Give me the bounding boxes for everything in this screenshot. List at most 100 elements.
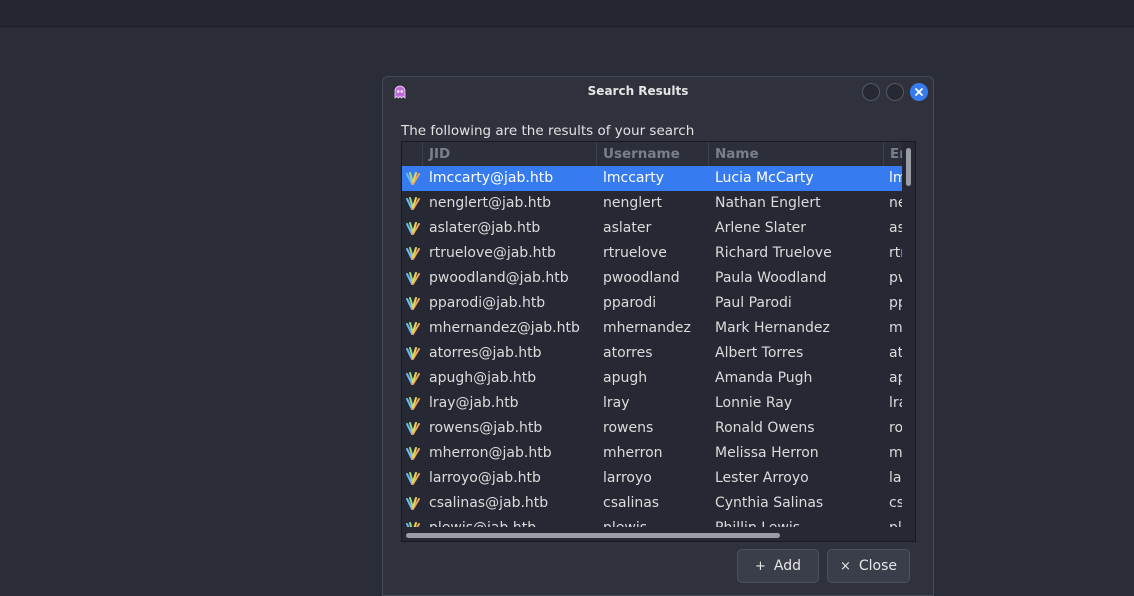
horizontal-scrollbar[interactable] [402, 529, 915, 541]
column-header-username[interactable]: Username [596, 142, 708, 166]
cell-name: Albert Torres [715, 345, 804, 361]
table-row[interactable]: csalinas@jab.htb csalinas Cynthia Salinas c… [402, 491, 902, 516]
contact-icon [406, 472, 420, 485]
cell-email: rtr [889, 245, 902, 261]
close-button[interactable]: × Close [827, 549, 910, 583]
cell-username: mhernandez [603, 320, 691, 336]
cell-name: Lucia McCarty [715, 170, 814, 186]
contact-icon [406, 447, 420, 460]
cell-username: rowens [603, 420, 654, 436]
contact-icon [406, 272, 420, 285]
close-window-button[interactable] [910, 83, 928, 101]
table-row[interactable]: atorres@jab.htb atorres Albert Torres at [402, 341, 902, 366]
table-row[interactable]: rowens@jab.htb rowens Ronald Owens ro [402, 416, 902, 441]
close-icon [915, 88, 923, 96]
table-row[interactable]: mhernandez@jab.htb mhernandez Mark Hernand… [402, 316, 902, 341]
table-row[interactable]: lmccarty@jab.htb lmccarty Lucia McCarty lm [402, 166, 902, 191]
cell-name: Ronald Owens [715, 420, 815, 436]
vertical-scrollbar[interactable] [903, 142, 915, 529]
table-row[interactable]: pwoodland@jab.htb pwoodland Paula Woodland… [402, 266, 902, 291]
cell-email: la [889, 470, 902, 486]
cell-username: csalinas [603, 495, 660, 511]
cell-jid: lmccarty@jab.htb [429, 170, 554, 186]
add-button[interactable]: + Add [737, 549, 819, 583]
cell-username: plewis [603, 516, 711, 527]
table-row[interactable]: rtruelove@jab.htb rtruelove Richard Truelo… [402, 241, 902, 266]
cell-email: m [889, 320, 902, 336]
cell-name: Mark Hernandez [715, 320, 830, 336]
maximize-button[interactable] [886, 83, 904, 101]
cell-username: pwoodland [603, 270, 680, 286]
table-row[interactable]: lray@jab.htb lray Lonnie Ray lra [402, 391, 902, 416]
cell-username: atorres [603, 345, 653, 361]
cell-username: nenglert [603, 195, 662, 211]
table-row[interactable]: plewis@jab.htb plewis Phillip Lewis pl [402, 516, 902, 527]
cell-username: rtruelove [603, 245, 667, 261]
cell-email: pl [889, 516, 902, 527]
cell-email: lm [889, 170, 902, 186]
cell-email: lra [889, 395, 902, 411]
cell-username: aslater [603, 220, 652, 236]
cell-jid: mherron@jab.htb [429, 445, 552, 461]
cell-email: ap [889, 370, 902, 386]
table-body: lmccarty@jab.htb lmccarty Lucia McCarty lm n… [402, 166, 902, 527]
desktop-top-bar [0, 0, 1134, 27]
table-header: JID Username Name Er [402, 142, 902, 166]
cell-username: lray [603, 395, 630, 411]
table-row[interactable]: larroyo@jab.htb larroyo Lester Arroyo la [402, 466, 902, 491]
column-header-email[interactable]: Er [883, 142, 902, 166]
column-header-jid[interactable]: JID [422, 142, 596, 166]
cell-email: ne [889, 195, 902, 211]
table-row[interactable]: apugh@jab.htb apugh Amanda Pugh ap [402, 366, 902, 391]
cell-username: mherron [603, 445, 663, 461]
cell-jid: mhernandez@jab.htb [429, 320, 580, 336]
cell-username: apugh [603, 370, 648, 386]
results-intro-text: The following are the results of your se… [401, 123, 695, 139]
cell-jid: rowens@jab.htb [429, 420, 543, 436]
contact-icon [406, 322, 420, 335]
contact-icon [406, 522, 420, 527]
vertical-scrollbar-thumb[interactable] [906, 148, 911, 186]
contact-icon [406, 422, 420, 435]
cell-jid: atorres@jab.htb [429, 345, 542, 361]
minimize-button[interactable] [862, 83, 880, 101]
cell-name: Lester Arroyo [715, 470, 809, 486]
contact-icon [406, 197, 420, 210]
cell-name: Melissa Herron [715, 445, 819, 461]
search-results-dialog: Search Results The following are the res… [382, 76, 934, 596]
cell-jid: pwoodland@jab.htb [429, 270, 569, 286]
cell-email: ro [889, 420, 902, 436]
cell-name: Amanda Pugh [715, 370, 813, 386]
contact-icon [406, 172, 420, 185]
dialog-titlebar[interactable]: Search Results [383, 77, 933, 107]
cell-name: Paula Woodland [715, 270, 827, 286]
cell-email: at [889, 345, 902, 361]
cell-name: Lonnie Ray [715, 395, 793, 411]
cell-jid: plewis@jab.htb [429, 516, 599, 527]
cell-jid: aslater@jab.htb [429, 220, 541, 236]
cell-jid: rtruelove@jab.htb [429, 245, 556, 261]
table-row[interactable]: nenglert@jab.htb nenglert Nathan Englert ne [402, 191, 902, 216]
cell-email: pp [889, 295, 902, 311]
contact-icon [406, 497, 420, 510]
cell-jid: apugh@jab.htb [429, 370, 537, 386]
contact-icon [406, 297, 420, 310]
horizontal-scrollbar-thumb[interactable] [406, 533, 780, 538]
cell-email: m [889, 445, 902, 461]
contact-icon [406, 247, 420, 260]
cell-email: as [889, 220, 902, 236]
table-row[interactable]: aslater@jab.htb aslater Arlene Slater as [402, 216, 902, 241]
cell-jid: csalinas@jab.htb [429, 495, 549, 511]
cell-name: Nathan Englert [715, 195, 821, 211]
cell-username: lmccarty [603, 170, 665, 186]
cell-email: pw [889, 270, 902, 286]
table-row[interactable]: pparodi@jab.htb pparodi Paul Parodi pp [402, 291, 902, 316]
contact-icon [406, 222, 420, 235]
cell-jid: pparodi@jab.htb [429, 295, 546, 311]
cell-username: pparodi [603, 295, 657, 311]
cell-name: Arlene Slater [715, 220, 806, 236]
cell-name: Phillip Lewis [715, 516, 885, 527]
cell-jid: larroyo@jab.htb [429, 470, 541, 486]
table-row[interactable]: mherron@jab.htb mherron Melissa Herron m [402, 441, 902, 466]
column-header-name[interactable]: Name [708, 142, 883, 166]
